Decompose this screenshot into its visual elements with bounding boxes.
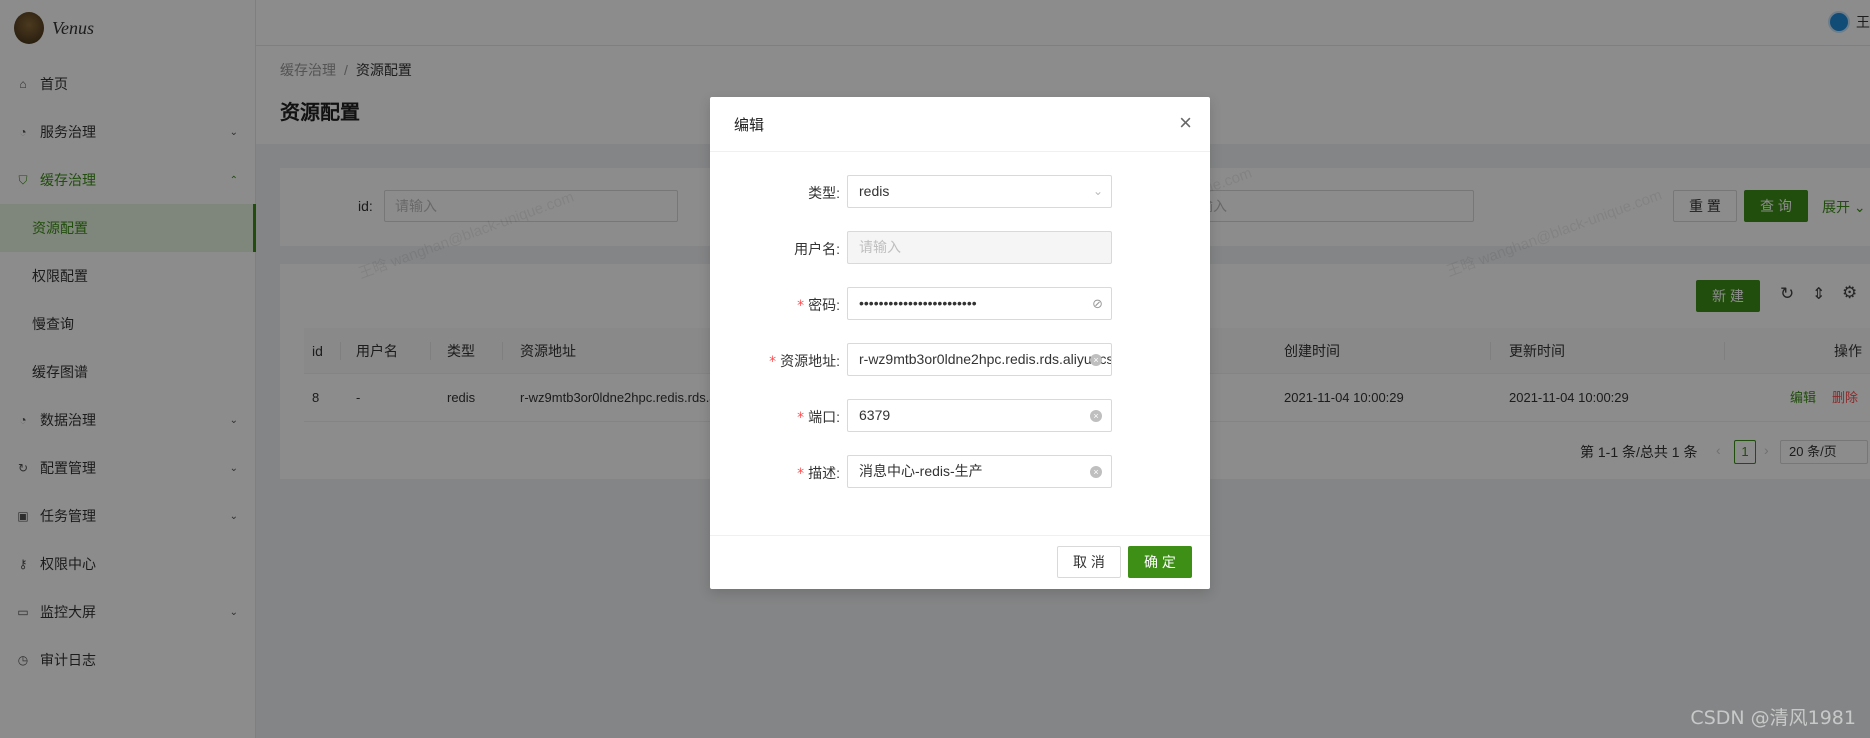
modal-header: 编辑 × <box>710 97 1210 152</box>
cancel-button[interactable]: 取 消 <box>1057 546 1121 578</box>
eye-invisible-icon[interactable]: ⊘ <box>1092 288 1103 319</box>
ok-button[interactable]: 确 定 <box>1128 546 1192 578</box>
port-value: 6379 <box>859 407 891 423</box>
modal-title: 编辑 <box>734 117 765 134</box>
required-mark: * <box>797 466 805 482</box>
username-input[interactable]: 请输入 <box>847 231 1112 264</box>
close-icon[interactable]: × <box>1179 109 1192 137</box>
address-value: r-wz9mtb3or0ldne2hpc.redis.rds.aliyuncs.… <box>859 351 1111 367</box>
source-watermark: CSDN @清风1981 <box>1690 707 1856 729</box>
desc-input[interactable]: 消息中心-redis-生产 × <box>847 455 1112 488</box>
password-label: * 密码: <box>710 295 840 315</box>
chevron-down-icon: ⌄ <box>1092 184 1103 198</box>
required-mark: * <box>797 298 805 314</box>
address-input[interactable]: r-wz9mtb3or0ldne2hpc.redis.rds.aliyuncs.… <box>847 343 1112 376</box>
address-label: * 资源地址: <box>710 351 840 371</box>
port-label: * 端口: <box>710 407 840 427</box>
desc-label: * 描述: <box>710 463 840 483</box>
clear-icon[interactable]: × <box>1090 466 1102 478</box>
password-value: •••••••••••••••••••••••• <box>859 295 977 311</box>
required-mark: * <box>797 410 805 426</box>
desc-value: 消息中心-redis-生产 <box>859 463 983 479</box>
password-input[interactable]: •••••••••••••••••••••••• ⊘ <box>847 287 1112 320</box>
type-value: redis <box>859 183 890 199</box>
edit-modal: 编辑 × 类型: redis ⌄ 用户名: 请输入 * 密码: •••••••••… <box>710 97 1210 589</box>
required-mark: * <box>769 354 777 370</box>
modal-footer: 取 消 确 定 <box>710 535 1210 589</box>
type-label: 类型: <box>808 185 840 201</box>
username-label: 用户名: <box>794 241 840 257</box>
address-label-text: 资源地址: <box>780 353 840 369</box>
clear-icon[interactable]: × <box>1090 354 1102 366</box>
type-select[interactable]: redis ⌄ <box>847 175 1112 208</box>
port-input[interactable]: 6379 × <box>847 399 1112 432</box>
password-label-text: 密码: <box>808 297 840 313</box>
port-label-text: 端口: <box>808 409 840 425</box>
clear-icon[interactable]: × <box>1090 410 1102 422</box>
desc-label-text: 描述: <box>808 465 840 481</box>
